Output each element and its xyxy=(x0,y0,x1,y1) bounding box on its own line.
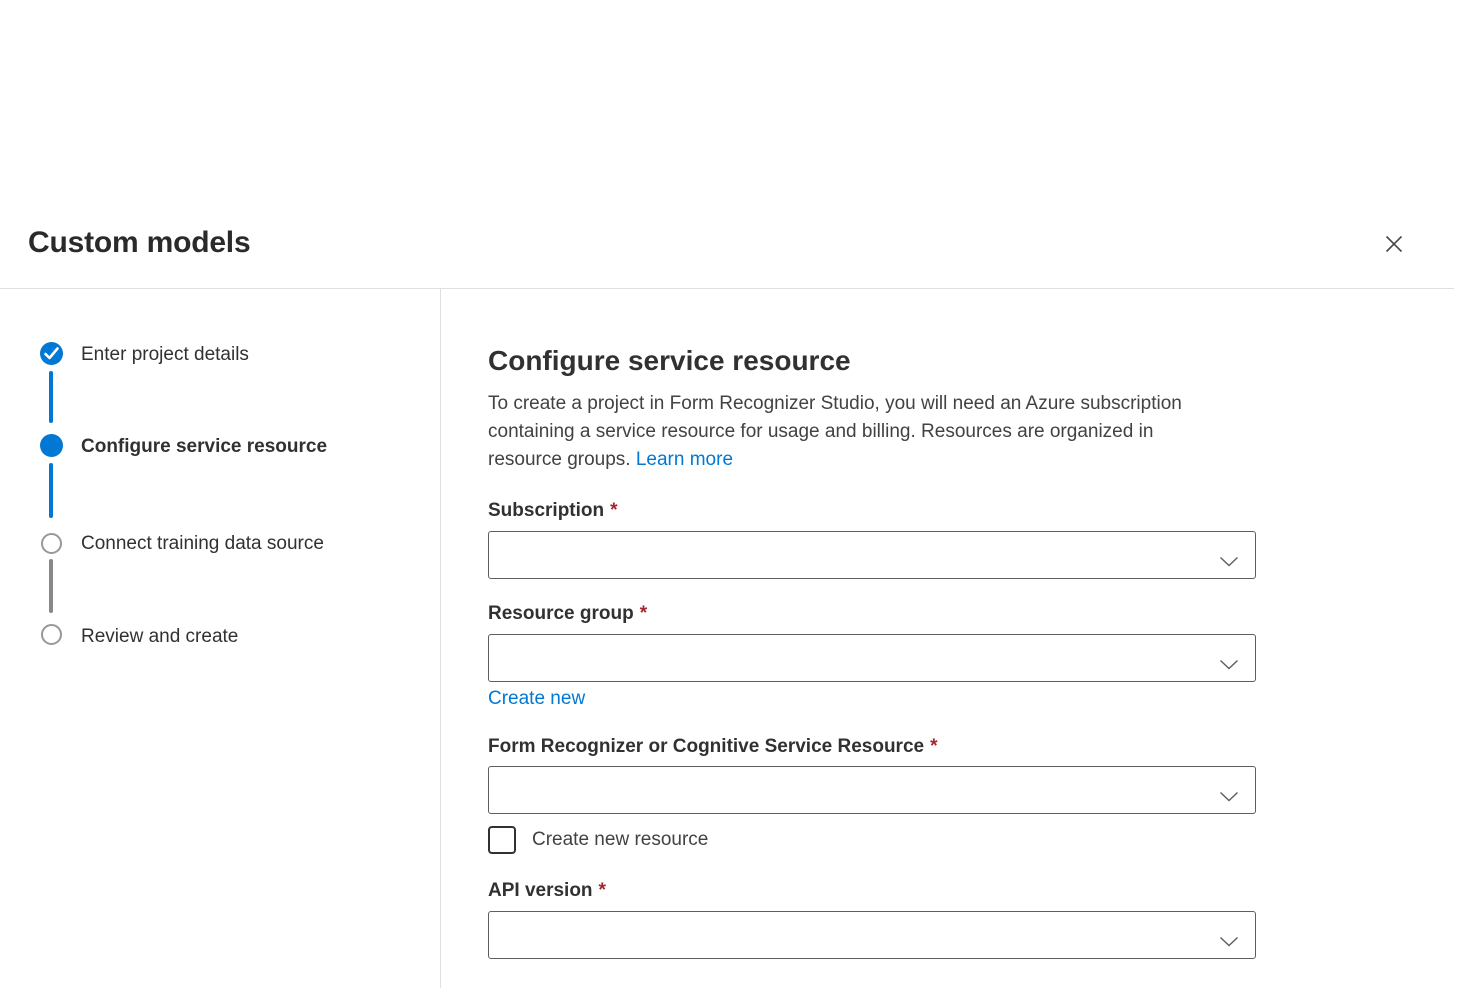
step-connector xyxy=(49,463,53,518)
create-new-resource-checkbox[interactable] xyxy=(488,826,516,854)
sidebar-divider xyxy=(440,289,441,988)
required-asterisk: * xyxy=(930,736,938,757)
api-version-dropdown[interactable] xyxy=(488,911,1256,959)
chevron-down-icon xyxy=(1219,786,1239,807)
step-active-circle[interactable] xyxy=(40,434,63,457)
description-line: resource groups. Learn more xyxy=(488,446,1182,474)
service-resource-dropdown[interactable] xyxy=(488,766,1256,814)
close-button[interactable] xyxy=(1377,228,1411,260)
dialog-title: Custom models xyxy=(28,226,251,259)
create-new-link[interactable]: Create new xyxy=(488,688,585,709)
api-version-label: API version * xyxy=(488,880,606,901)
panel-heading: Configure service resource xyxy=(488,345,851,376)
step-connector xyxy=(49,559,53,613)
create-new-link-row: Create new xyxy=(488,688,585,710)
header-divider xyxy=(0,288,1454,289)
step-completed-circle[interactable] xyxy=(40,342,63,365)
checkmark-icon xyxy=(44,347,59,360)
required-asterisk: * xyxy=(610,500,618,521)
sidebar-step-connect-training-data-source[interactable]: Connect training data source xyxy=(81,532,324,555)
resource-group-label: Resource group * xyxy=(488,603,648,624)
required-asterisk: * xyxy=(598,880,606,901)
description-line-prefix: resource groups. xyxy=(488,449,636,470)
chevron-down-icon xyxy=(1219,551,1239,572)
resource-group-dropdown[interactable] xyxy=(488,634,1256,682)
close-icon xyxy=(1384,234,1404,254)
sidebar-step-configure-service-resource[interactable]: Configure service resource xyxy=(81,435,327,458)
step-upcoming-circle[interactable] xyxy=(41,533,62,554)
step-connector xyxy=(49,371,53,423)
step-upcoming-circle[interactable] xyxy=(41,624,62,645)
sidebar-step-enter-project-details[interactable]: Enter project details xyxy=(81,343,249,366)
required-asterisk: * xyxy=(639,603,648,624)
chevron-down-icon xyxy=(1219,931,1239,952)
sidebar-step-review-and-create[interactable]: Review and create xyxy=(81,625,238,648)
chevron-down-icon xyxy=(1219,654,1239,675)
description-line: containing a service resource for usage … xyxy=(488,421,1154,442)
create-new-resource-row: Create new resource xyxy=(488,825,708,855)
create-new-resource-label[interactable]: Create new resource xyxy=(532,829,708,851)
description-line: To create a project in Form Recognizer S… xyxy=(488,393,1182,414)
panel-description: To create a project in Form Recognizer S… xyxy=(488,390,1182,474)
subscription-dropdown[interactable] xyxy=(488,531,1256,579)
custom-models-dialog: Custom models Enter project details Conf… xyxy=(0,0,1462,988)
service-resource-label: Form Recognizer or Cognitive Service Res… xyxy=(488,736,938,757)
learn-more-link[interactable]: Learn more xyxy=(636,449,733,470)
subscription-label: Subscription * xyxy=(488,500,618,521)
configure-service-resource-panel: Configure service resource To create a p… xyxy=(488,344,1256,964)
